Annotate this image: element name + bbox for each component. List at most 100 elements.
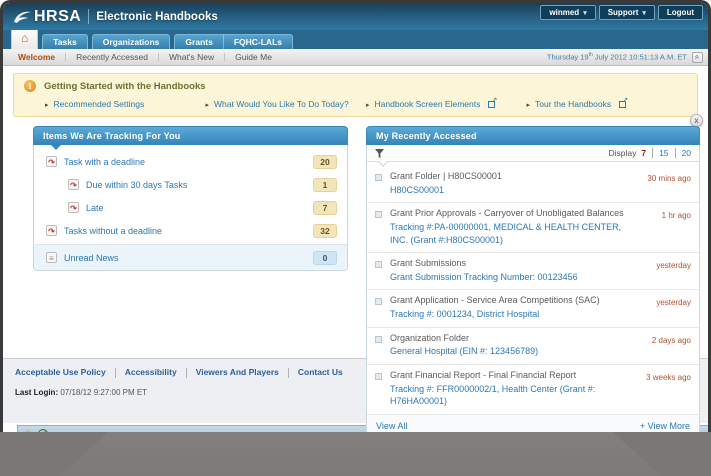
monitor-mockup: HRSA Electronic Handbooks winmed Support… bbox=[0, 0, 711, 476]
link-tour-the-handbooks[interactable]: Tour the Handbooks bbox=[527, 99, 688, 109]
page-content: i Getting Started with the Handbooks Rec… bbox=[3, 73, 708, 358]
support-menu-button[interactable]: Support bbox=[599, 5, 655, 20]
tracking-row-late: Late 7 bbox=[34, 196, 347, 219]
bullet-square-icon bbox=[375, 373, 382, 380]
recent-item-title: Grant Application - Service Area Competi… bbox=[390, 295, 626, 307]
task-icon bbox=[46, 225, 57, 236]
tracking-link[interactable]: Tasks without a deadline bbox=[64, 226, 162, 236]
display-15[interactable]: 15 bbox=[652, 148, 668, 158]
subnav-whats-new[interactable]: What's New bbox=[159, 53, 225, 62]
app-header: HRSA Electronic Handbooks winmed Support… bbox=[3, 3, 708, 30]
count-badge: 32 bbox=[313, 224, 337, 238]
hrsa-logo: HRSA bbox=[34, 8, 81, 26]
recent-item-row: Grant Application - Service Area Competi… bbox=[367, 290, 699, 327]
home-icon bbox=[21, 29, 28, 46]
recent-item-title: Grant Submissions bbox=[390, 258, 626, 270]
link-what-would-you-like[interactable]: What Would You Like To Do Today? bbox=[206, 99, 367, 109]
info-icon: i bbox=[24, 80, 36, 92]
main-tab-bar: Tasks Organizations Grants FQHC-LALs bbox=[3, 30, 708, 49]
app-title: Electronic Handbooks bbox=[96, 11, 217, 23]
recent-item-title: Grant Financial Report - Final Financial… bbox=[390, 370, 626, 382]
recent-item-row: Organization Folder General Hospital (EI… bbox=[367, 328, 699, 365]
link-handbook-screen-elements[interactable]: Handbook Screen Elements bbox=[366, 99, 527, 109]
count-badge: 1 bbox=[313, 178, 337, 192]
task-icon bbox=[46, 156, 57, 167]
hhs-eagle-logo-icon bbox=[12, 9, 32, 25]
bullet-arrow-icon bbox=[45, 99, 49, 109]
recent-item-row: Grant Prior Approvals - Carryover of Uno… bbox=[367, 203, 699, 253]
monitor-stand bbox=[0, 432, 711, 476]
filter-funnel-icon[interactable] bbox=[375, 149, 384, 158]
display-count-control: Display 7 15 20 bbox=[608, 148, 691, 158]
recent-item-title: Grant Prior Approvals - Carryover of Uno… bbox=[390, 208, 626, 220]
recent-item-time: yesterday bbox=[631, 295, 691, 320]
recent-item-title: Organization Folder bbox=[390, 333, 626, 345]
recent-item-link[interactable]: Tracking #: 0001234, District Hospital bbox=[390, 308, 626, 321]
recent-item-link[interactable]: Tracking #:PA-00000001, MEDICAL & HEALTH… bbox=[390, 221, 626, 246]
recent-item-time: 1 hr ago bbox=[631, 208, 691, 246]
recently-accessed-header: My Recently Accessed bbox=[366, 126, 700, 145]
external-link-icon bbox=[488, 100, 496, 108]
display-7[interactable]: 7 bbox=[641, 148, 646, 158]
task-icon bbox=[68, 202, 79, 213]
user-menu-button[interactable]: winmed bbox=[540, 5, 595, 20]
recent-item-time: yesterday bbox=[631, 258, 691, 283]
news-icon bbox=[46, 252, 57, 263]
tracking-panel: Items We Are Tracking For You Task with … bbox=[33, 126, 348, 271]
tracking-link[interactable]: Late bbox=[86, 203, 104, 213]
tracking-panel-header: Items We Are Tracking For You bbox=[33, 126, 348, 145]
recent-item-link[interactable]: Tracking #: FFR0000002/1, Health Center … bbox=[390, 383, 626, 408]
tracking-row-unread-news: Unread News 0 bbox=[34, 244, 347, 270]
header-buttons: winmed Support Logout bbox=[540, 5, 703, 20]
tracking-link[interactable]: Task with a deadline bbox=[64, 157, 145, 167]
current-datetime: Thursday 19th July 2012 10:51:13 A.M. ET bbox=[547, 52, 703, 63]
bullet-square-icon bbox=[375, 336, 382, 343]
collapse-datebar-icon[interactable] bbox=[692, 52, 703, 63]
sub-nav-bar: Welcome Recently Accessed What's New Gui… bbox=[3, 49, 708, 66]
bullet-arrow-icon bbox=[527, 99, 531, 109]
bullet-arrow-icon bbox=[206, 99, 210, 109]
recent-item-link[interactable]: Grant Submission Tracking Number: 001234… bbox=[390, 271, 626, 284]
tab-fqhc-lals[interactable]: FQHC-LALs bbox=[223, 35, 292, 50]
bullet-square-icon bbox=[375, 211, 382, 218]
tab-tasks[interactable]: Tasks bbox=[42, 34, 87, 50]
tab-home[interactable] bbox=[11, 27, 38, 49]
tracking-row-due-30: Due within 30 days Tasks 1 bbox=[34, 173, 347, 196]
subnav-welcome[interactable]: Welcome bbox=[8, 53, 66, 62]
tracking-link[interactable]: Due within 30 days Tasks bbox=[86, 180, 187, 190]
recently-accessed-panel: My Recently Accessed Display 7 15 bbox=[366, 126, 700, 433]
chevron-down-icon bbox=[583, 8, 587, 17]
recent-item-link[interactable]: H80CS00001 bbox=[390, 184, 626, 197]
recent-item-time: 2 days ago bbox=[631, 333, 691, 358]
view-all-link[interactable]: View All bbox=[376, 421, 407, 431]
logout-button[interactable]: Logout bbox=[658, 5, 703, 20]
tracking-row-no-deadline: Tasks without a deadline 32 bbox=[34, 219, 347, 242]
tab-group-grants: Grants FQHC-LALs bbox=[174, 34, 293, 50]
bullet-square-icon bbox=[375, 261, 382, 268]
recent-item-row: Grant Financial Report - Final Financial… bbox=[367, 365, 699, 415]
filter-row: Display 7 15 20 bbox=[367, 145, 699, 162]
recent-item-title: Grant Folder | H80CS00001 bbox=[390, 171, 626, 183]
count-badge: 7 bbox=[313, 201, 337, 215]
tab-organizations[interactable]: Organizations bbox=[92, 34, 171, 50]
banner-title: Getting Started with the Handbooks bbox=[44, 81, 206, 92]
recent-item-time: 30 mins ago bbox=[631, 171, 691, 196]
tab-grants[interactable]: Grants bbox=[175, 35, 222, 50]
display-20[interactable]: 20 bbox=[675, 148, 691, 158]
logo-divider bbox=[88, 9, 89, 24]
recent-item-link[interactable]: General Hospital (EIN #: 123456789) bbox=[390, 345, 626, 358]
bullet-arrow-icon bbox=[366, 99, 370, 109]
link-recommended-settings[interactable]: Recommended Settings bbox=[45, 99, 206, 109]
tracking-link[interactable]: Unread News bbox=[64, 253, 119, 263]
getting-started-banner: i Getting Started with the Handbooks Rec… bbox=[13, 73, 698, 117]
view-more-link[interactable]: + View More bbox=[640, 421, 690, 431]
tracking-row-deadline: Task with a deadline 20 bbox=[34, 150, 347, 173]
bullet-square-icon bbox=[375, 298, 382, 305]
subnav-recently-accessed[interactable]: Recently Accessed bbox=[66, 53, 159, 62]
subnav-guide-me[interactable]: Guide Me bbox=[225, 53, 282, 62]
count-badge: 0 bbox=[313, 251, 337, 265]
browser-screen: HRSA Electronic Handbooks winmed Support… bbox=[0, 0, 711, 433]
chevron-down-icon bbox=[642, 8, 646, 17]
bullet-square-icon bbox=[375, 174, 382, 181]
recent-item-row: Grant Folder | H80CS00001 H80CS00001 30 … bbox=[367, 166, 699, 203]
